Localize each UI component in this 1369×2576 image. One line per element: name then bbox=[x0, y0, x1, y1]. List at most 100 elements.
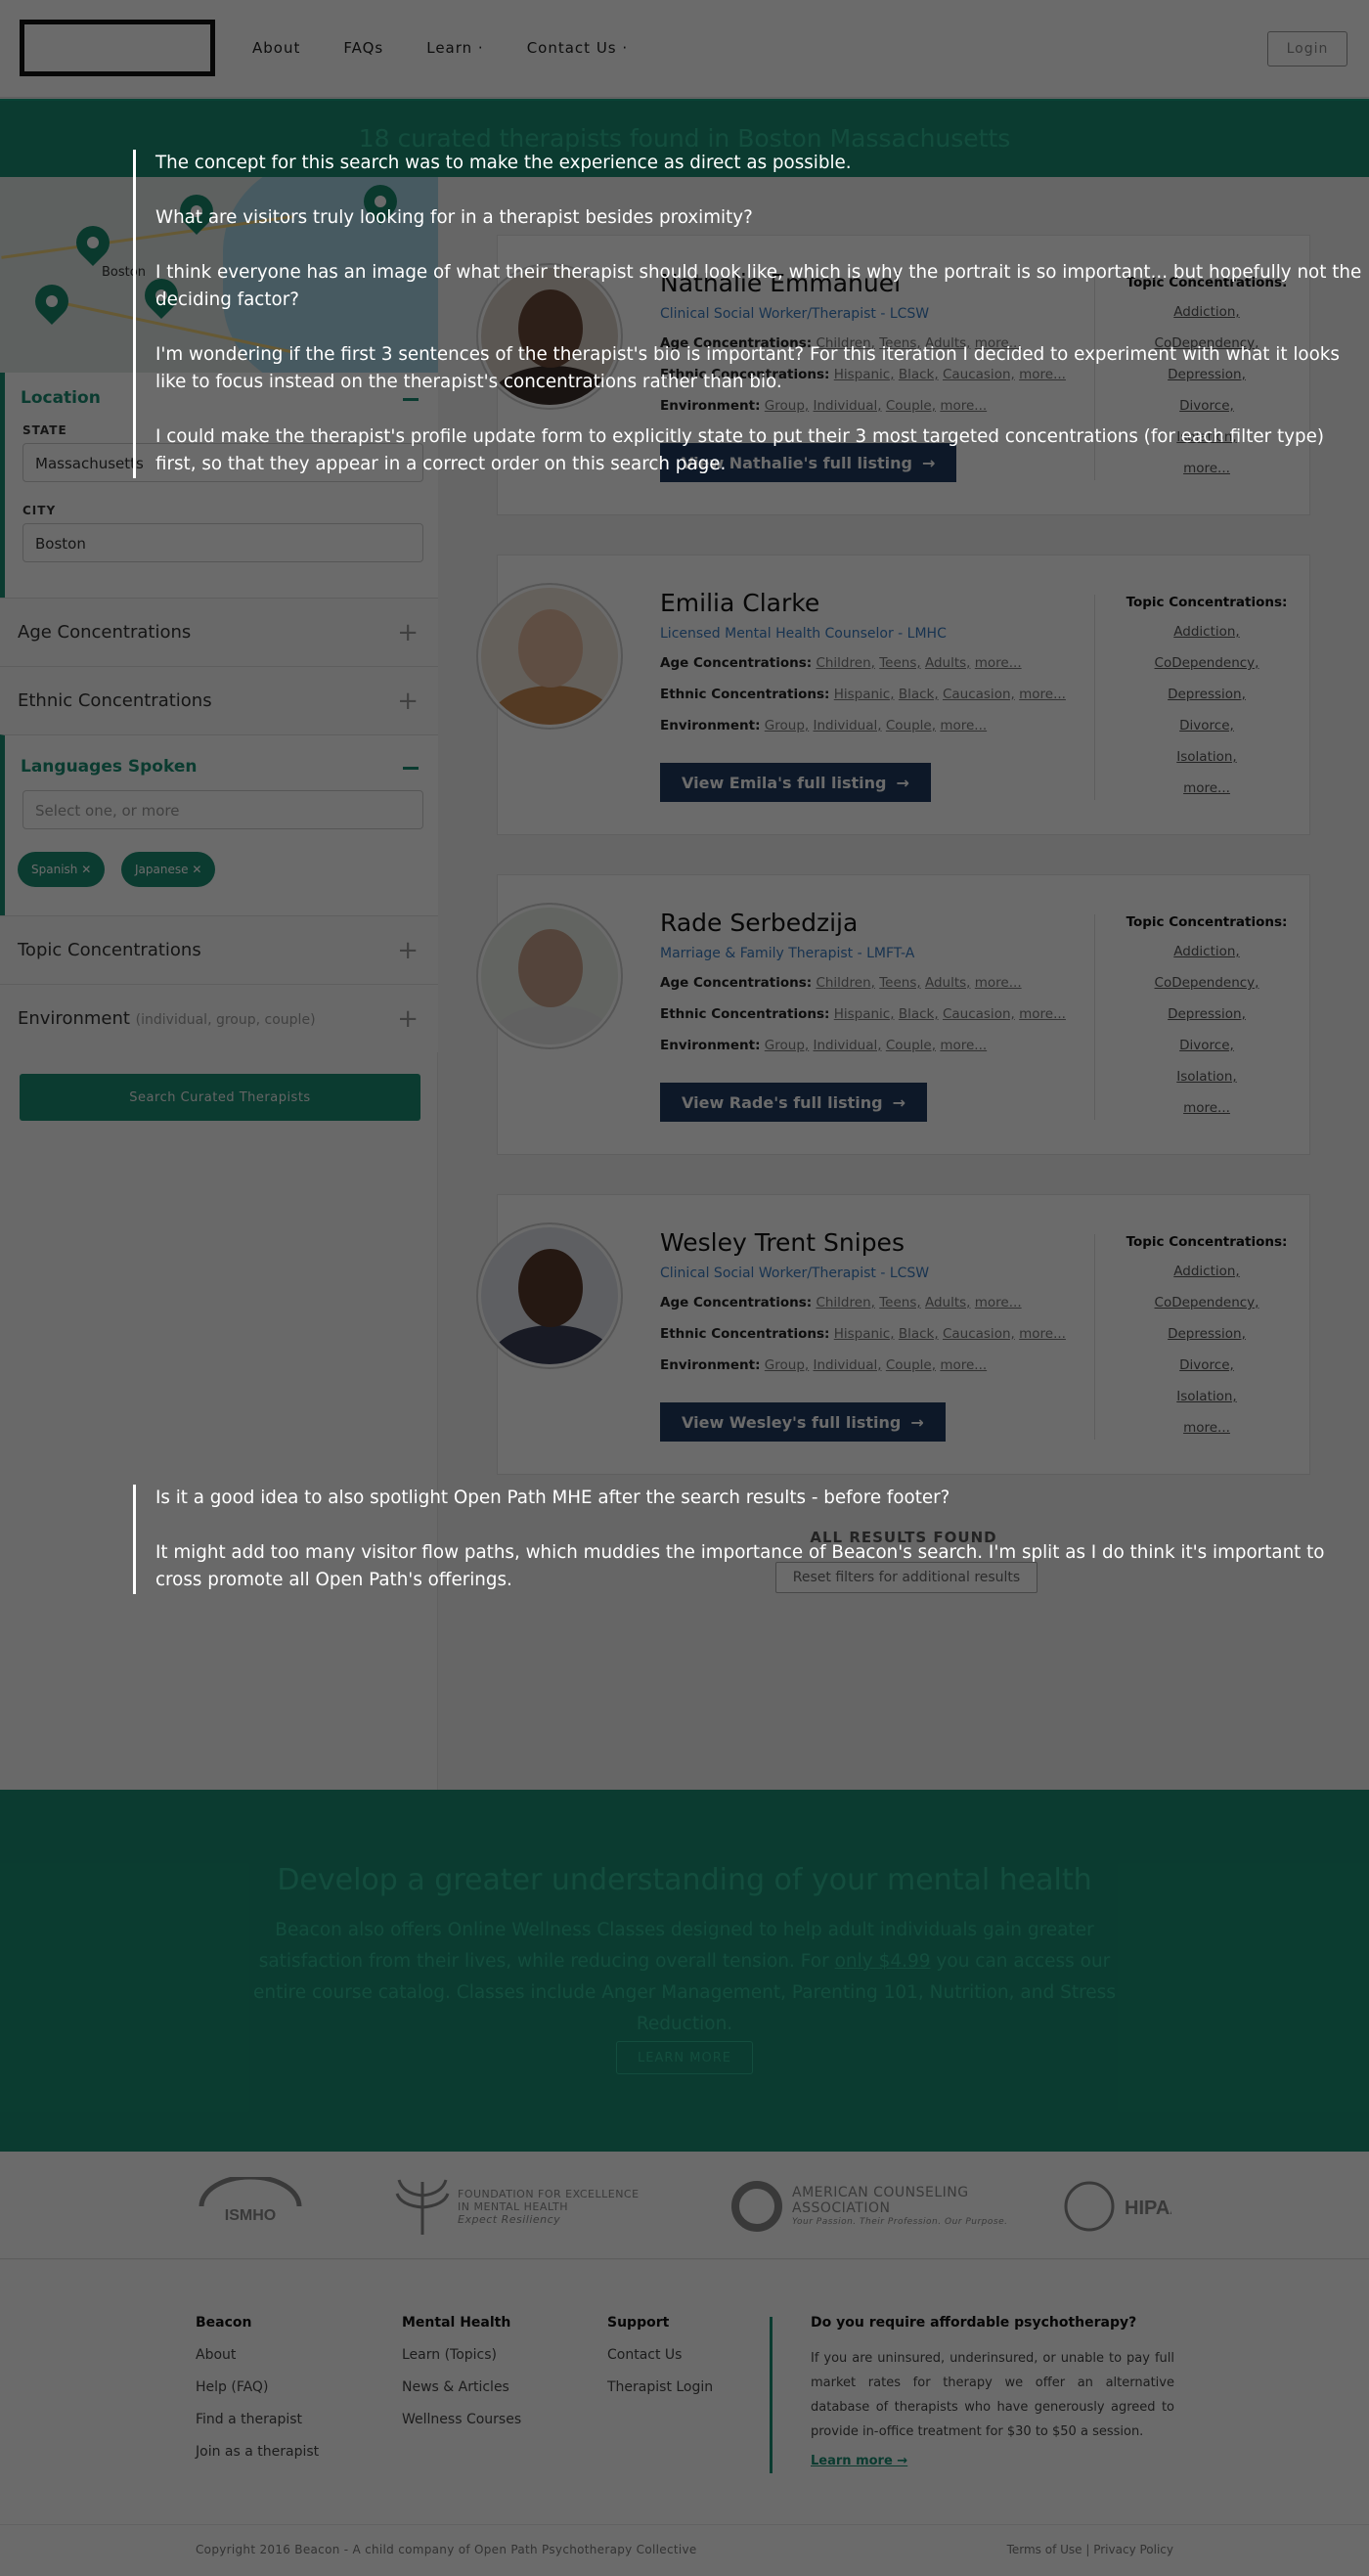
topic-link[interactable]: CoDependency, bbox=[1155, 1295, 1259, 1310]
concentration-link[interactable]: Hispanic, bbox=[834, 1326, 895, 1342]
footer-link[interactable]: Learn (Topics) bbox=[402, 2347, 521, 2363]
concentration-link[interactable]: Adults, bbox=[925, 975, 971, 991]
concentration-link[interactable]: Caucasion, bbox=[943, 1006, 1015, 1022]
topic-link[interactable]: Isolation, bbox=[1176, 1389, 1236, 1404]
footer-link[interactable]: Wellness Courses bbox=[402, 2412, 521, 2427]
topic-link[interactable]: Depression, bbox=[1168, 367, 1246, 382]
concentration-link[interactable]: more... bbox=[940, 718, 987, 733]
concentration-link[interactable]: Children, bbox=[816, 975, 874, 991]
login-button[interactable]: Login bbox=[1267, 31, 1347, 67]
topic-link[interactable]: Isolation, bbox=[1176, 749, 1236, 765]
concentration-link[interactable]: more... bbox=[1019, 1326, 1066, 1342]
topic-link[interactable]: Divorce, bbox=[1179, 398, 1234, 414]
concentration-link[interactable]: Individual, bbox=[814, 718, 882, 733]
learn-more-button[interactable]: LEARN MORE bbox=[616, 2041, 753, 2074]
ismho-logo[interactable]: ISMHO bbox=[194, 2176, 307, 2237]
concentration-link[interactable]: more... bbox=[975, 335, 1022, 351]
concentration-link[interactable]: Group, bbox=[765, 398, 809, 414]
footer-link[interactable]: About bbox=[196, 2347, 319, 2363]
topic-link[interactable]: Addiction, bbox=[1173, 944, 1239, 959]
topic-link[interactable]: CoDependency, bbox=[1155, 975, 1259, 991]
footer-link[interactable]: News & Articles bbox=[402, 2379, 521, 2395]
concentration-link[interactable]: Teens, bbox=[879, 655, 920, 671]
topic-link[interactable]: Isolation, bbox=[1176, 429, 1236, 445]
therapist-name[interactable]: Emilia Clarke bbox=[660, 589, 819, 617]
therapist-name[interactable]: Wesley Trent Snipes bbox=[660, 1228, 905, 1257]
concentration-link[interactable]: Couple, bbox=[886, 1357, 936, 1373]
therapist-portrait[interactable] bbox=[478, 905, 621, 1047]
expand-icon[interactable]: + bbox=[397, 620, 419, 645]
topic-filter[interactable]: Topic Concentrations + bbox=[0, 915, 438, 984]
topic-link[interactable]: Divorce, bbox=[1179, 1357, 1234, 1373]
concentration-link[interactable]: Hispanic, bbox=[834, 1006, 895, 1022]
concentration-link[interactable]: more... bbox=[1019, 687, 1066, 702]
concentration-link[interactable]: Couple, bbox=[886, 1038, 936, 1053]
concentration-link[interactable]: Black, bbox=[899, 367, 939, 382]
nav-about[interactable]: About bbox=[252, 39, 300, 57]
city-select[interactable]: Boston bbox=[22, 523, 423, 562]
collapse-icon[interactable] bbox=[403, 398, 419, 401]
concentration-link[interactable]: Black, bbox=[899, 1326, 939, 1342]
concentration-link[interactable]: Hispanic, bbox=[834, 367, 895, 382]
topic-link[interactable]: Addiction, bbox=[1173, 304, 1239, 320]
concentration-link[interactable]: Individual, bbox=[814, 1038, 882, 1053]
topic-link[interactable]: Depression, bbox=[1168, 1326, 1246, 1342]
therapist-portrait[interactable] bbox=[478, 1224, 621, 1367]
therapist-role[interactable]: Clinical Social Worker/Therapist - LCSW bbox=[660, 1266, 929, 1281]
concentration-link[interactable]: Individual, bbox=[814, 1357, 882, 1373]
concentration-link[interactable]: Group, bbox=[765, 718, 809, 733]
topic-link[interactable]: CoDependency, bbox=[1155, 335, 1259, 351]
concentration-link[interactable]: Adults, bbox=[925, 655, 971, 671]
concentration-link[interactable]: Caucasion, bbox=[943, 687, 1015, 702]
state-select[interactable]: Massachusetts bbox=[22, 443, 423, 482]
nav-contact[interactable]: Contact Us · bbox=[527, 39, 628, 57]
aca-logo[interactable]: AMERICAN COUNSELING ASSOCIATION Your Pass… bbox=[729, 2176, 1007, 2237]
logo[interactable] bbox=[20, 20, 215, 76]
topic-link[interactable]: Divorce, bbox=[1179, 718, 1234, 733]
topic-link[interactable]: Depression, bbox=[1168, 1006, 1246, 1022]
view-listing-button[interactable]: View Emila's full listing → bbox=[660, 763, 931, 802]
therapist-card[interactable]: Emilia Clarke Licensed Mental Health Cou… bbox=[478, 555, 1310, 835]
topic-link[interactable]: more... bbox=[1183, 780, 1230, 796]
nav-learn[interactable]: Learn · bbox=[426, 39, 483, 57]
concentration-link[interactable]: more... bbox=[975, 655, 1022, 671]
expand-icon[interactable]: + bbox=[397, 938, 419, 963]
terms-privacy-links[interactable]: Terms of Use | Privacy Policy bbox=[1007, 2543, 1173, 2556]
concentration-link[interactable]: Black, bbox=[899, 687, 939, 702]
therapist-portrait[interactable] bbox=[478, 265, 621, 408]
language-chip[interactable]: Spanish ✕ bbox=[18, 852, 106, 887]
reset-filters-button[interactable]: Reset filters for additional results bbox=[775, 1562, 1038, 1593]
concentration-link[interactable]: Children, bbox=[816, 655, 874, 671]
search-button[interactable]: Search Curated Therapists bbox=[20, 1074, 420, 1121]
results-map[interactable]: Boston bbox=[0, 177, 438, 373]
therapist-card[interactable]: Wesley Trent Snipes Clinical Social Work… bbox=[478, 1194, 1310, 1475]
language-chip[interactable]: Japanese ✕ bbox=[121, 852, 216, 887]
concentration-link[interactable]: Adults, bbox=[925, 1295, 971, 1310]
concentration-link[interactable]: more... bbox=[940, 398, 987, 414]
environment-filter[interactable]: Environment (individual, group, couple) … bbox=[0, 984, 438, 1052]
topic-link[interactable]: CoDependency, bbox=[1155, 655, 1259, 671]
aside-learn-more-link[interactable]: Learn more → bbox=[811, 2454, 1174, 2468]
concentration-link[interactable]: Hispanic, bbox=[834, 687, 895, 702]
price-link[interactable]: only $4.99 bbox=[835, 1951, 931, 1972]
fexmh-logo[interactable]: FOUNDATION FOR EXCELLENCE IN MENTAL HEAL… bbox=[395, 2176, 653, 2237]
concentration-link[interactable]: Teens, bbox=[879, 1295, 920, 1310]
age-filter[interactable]: Age Concentrations + bbox=[0, 598, 438, 666]
footer-link[interactable]: Contact Us bbox=[607, 2347, 713, 2363]
ethnic-filter[interactable]: Ethnic Concentrations + bbox=[0, 666, 438, 734]
therapist-role[interactable]: Licensed Mental Health Counselor - LMHC bbox=[660, 626, 947, 642]
map-pin-icon[interactable] bbox=[27, 277, 76, 326]
concentration-link[interactable]: more... bbox=[1019, 1006, 1066, 1022]
expand-icon[interactable]: + bbox=[397, 1006, 419, 1032]
languages-select[interactable]: Select one, or more bbox=[22, 790, 423, 829]
collapse-icon[interactable] bbox=[403, 767, 419, 770]
concentration-link[interactable]: Teens, bbox=[879, 335, 920, 351]
topic-link[interactable]: Addiction, bbox=[1173, 1264, 1239, 1279]
map-pin-icon[interactable] bbox=[68, 218, 117, 267]
concentration-link[interactable]: more... bbox=[975, 975, 1022, 991]
hipaa-logo[interactable]: HIPAA bbox=[1064, 2176, 1171, 2237]
therapist-name[interactable]: Nathalie Emmanuel bbox=[660, 269, 901, 297]
topic-link[interactable]: more... bbox=[1183, 1420, 1230, 1436]
view-listing-button[interactable]: View Nathalie's full listing → bbox=[660, 443, 957, 482]
location-title[interactable]: Location bbox=[21, 388, 101, 408]
